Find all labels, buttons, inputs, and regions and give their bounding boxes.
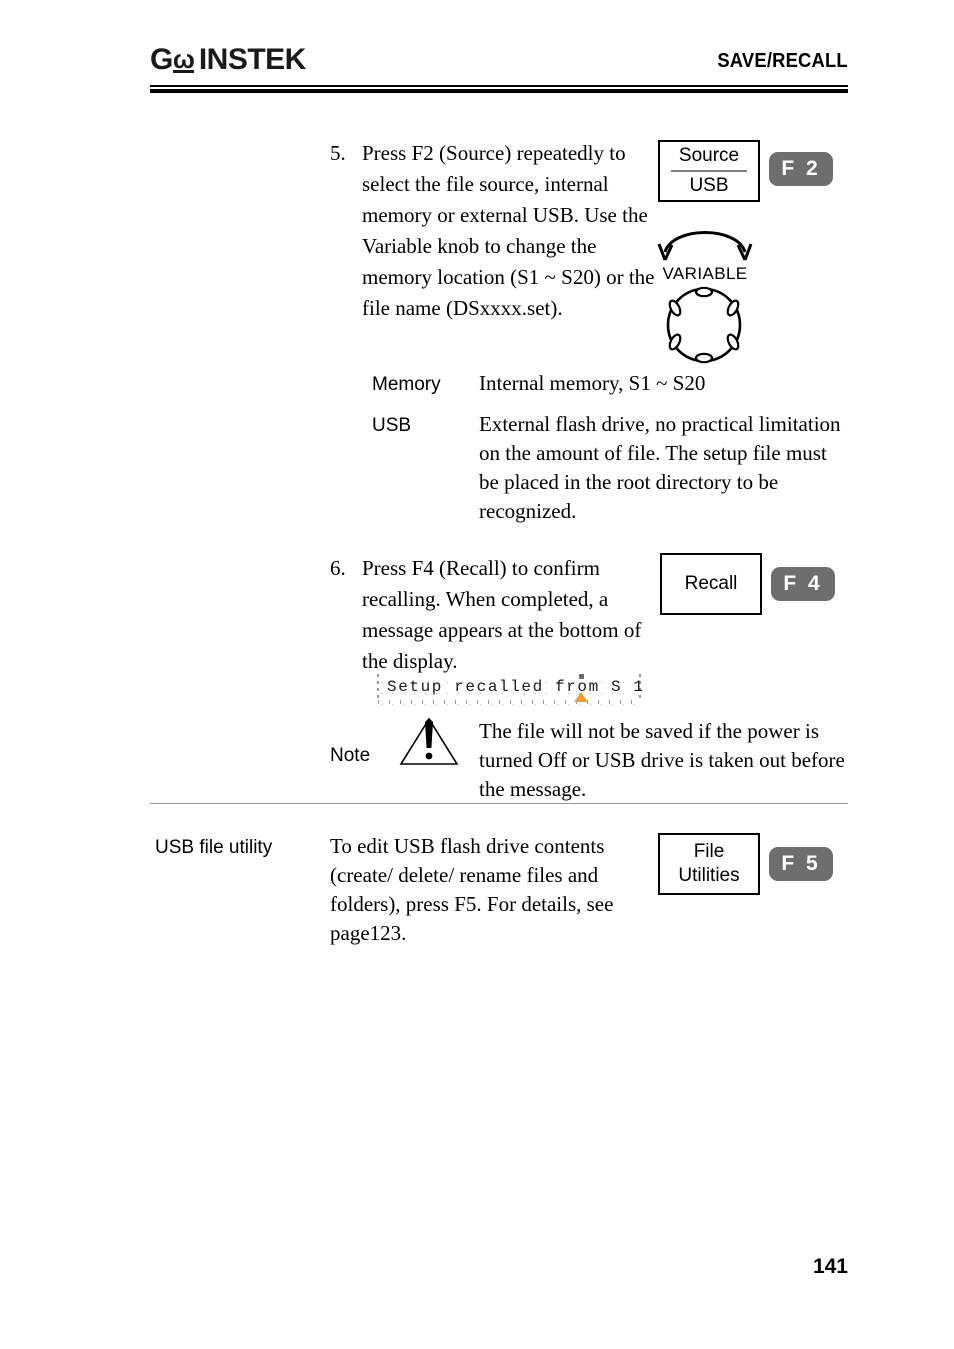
- file-utilities-key-line1: File: [693, 841, 725, 862]
- file-utilities-panel-key[interactable]: File Utilities: [658, 833, 760, 895]
- note-text: The file will not be saved if the power …: [479, 719, 845, 801]
- usb-file-utility-text: To edit USB flash drive contents (create…: [330, 834, 614, 945]
- variable-knob-graphic[interactable]: VARIABLE: [653, 216, 757, 364]
- section-divider-rule: [150, 803, 848, 804]
- recall-key-label: Recall: [684, 573, 738, 594]
- logo-gw-text: G: [150, 43, 173, 76]
- usb-file-utility-label: USB file utility: [155, 837, 273, 858]
- chapter-title: SAVE/RECALL: [717, 50, 848, 72]
- logo-instek-text: INSTEK: [198, 43, 307, 76]
- file-utilities-key-line2: Utilities: [678, 865, 740, 886]
- step-5-text: Press F2 (Source) repeatedly to select t…: [362, 141, 655, 320]
- bidirectional-rotate-arrow-icon: [663, 231, 747, 253]
- source-usb-key-line2: USB: [689, 175, 729, 196]
- recall-panel-key[interactable]: Recall: [660, 553, 762, 615]
- f2-key[interactable]: F 2: [769, 152, 833, 186]
- source-usb-key-divider: [670, 170, 748, 172]
- definition-desc-memory: Internal memory, S1 ~ S20: [479, 371, 706, 395]
- definition-term-usb: USB: [372, 415, 412, 436]
- source-usb-key-line1: Source: [678, 145, 740, 166]
- step-6-text: Press F4 (Recall) to confirm recalling. …: [362, 556, 642, 673]
- header-rule-thin: [150, 85, 848, 87]
- variable-knob-svg: [657, 231, 753, 364]
- header-rule-thick: [150, 89, 848, 93]
- definition-term-memory: Memory: [372, 374, 441, 395]
- step-5-number: 5.: [330, 141, 346, 165]
- scope-message-text: Setup recalled from S 1: [387, 678, 642, 696]
- gwinstek-logo: Gω INSTEK: [150, 44, 306, 76]
- definition-desc-usb: External flash drive, no practical limit…: [479, 412, 841, 523]
- rotary-knob-icon: [666, 286, 742, 364]
- source-usb-panel-key[interactable]: Source USB: [658, 140, 760, 202]
- note-label: Note: [330, 745, 371, 766]
- variable-knob-label: VARIABLE: [662, 264, 748, 283]
- logo-omega-w-glyph: ω: [172, 44, 195, 74]
- page-number: 141: [812, 1255, 848, 1278]
- step-6-number: 6.: [330, 556, 346, 580]
- warning-triangle-svg: [399, 717, 459, 765]
- scope-bottom-edge-ticks: [378, 698, 640, 704]
- f5-key[interactable]: F 5: [769, 847, 833, 881]
- warning-triangle-icon: [398, 716, 460, 768]
- scope-message-screenshot: Setup recalled from S 1: [376, 673, 642, 705]
- f4-key[interactable]: F 4: [771, 567, 835, 601]
